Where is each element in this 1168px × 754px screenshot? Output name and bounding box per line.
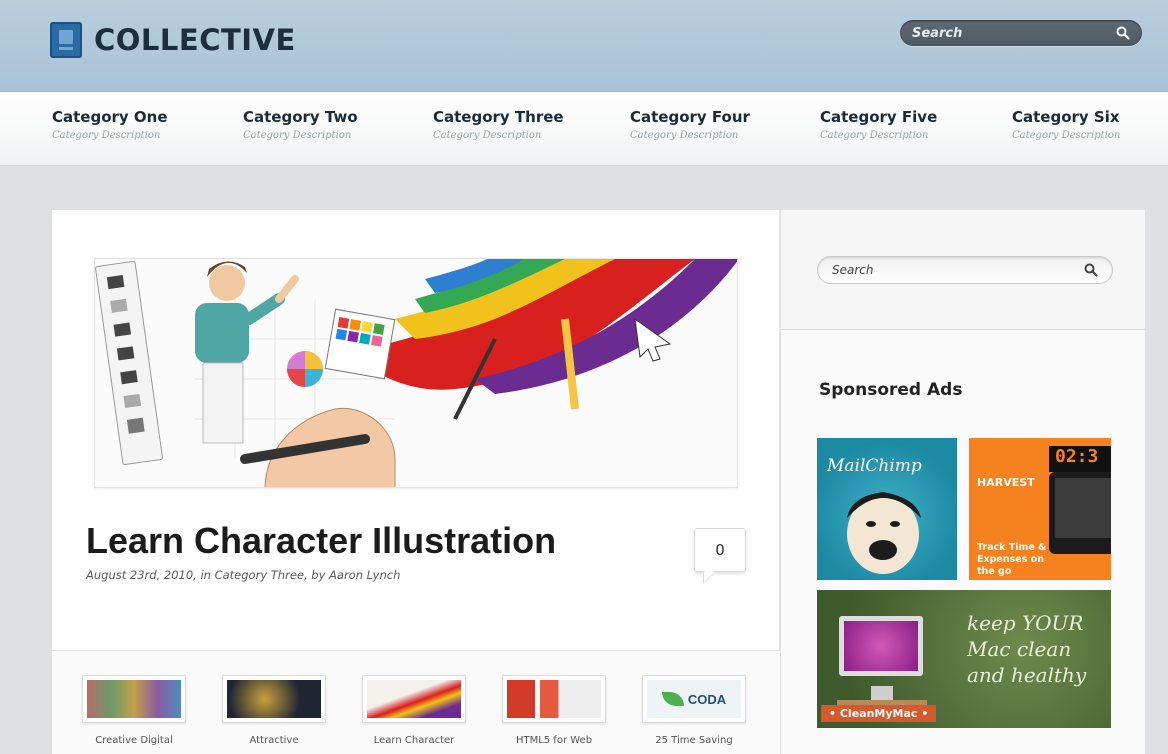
logo-text: COLLECTIVE bbox=[94, 23, 296, 57]
site-logo[interactable]: COLLECTIVE bbox=[50, 22, 296, 58]
featured-image[interactable] bbox=[94, 258, 738, 488]
nav-description: Category Description bbox=[820, 130, 929, 141]
post-meta: August 23rd, 2010, in Category Three, by… bbox=[86, 568, 401, 582]
related-item[interactable]: HTML5 for Web bbox=[502, 675, 606, 746]
related-item[interactable]: Learn Character bbox=[362, 675, 466, 746]
mailchimp-face-illustration bbox=[847, 492, 921, 574]
harvest-tagline: Track Time & Expenses on the go bbox=[977, 542, 1047, 577]
nav-item-category-four[interactable]: Category Four Category Description bbox=[630, 108, 750, 141]
related-label: Attractive bbox=[249, 735, 299, 746]
search-icon[interactable] bbox=[1116, 26, 1130, 40]
related-item[interactable]: CODA 25 Time Saving bbox=[642, 675, 746, 746]
related-item[interactable]: Attractive bbox=[222, 675, 326, 746]
nav-title: Category Four bbox=[630, 108, 750, 126]
coda-logo-text: CODA bbox=[687, 691, 727, 707]
comment-count-bubble[interactable]: 0 bbox=[694, 528, 746, 572]
nav-title: Category Three bbox=[433, 108, 564, 126]
related-thumbnail: CODA bbox=[642, 675, 746, 723]
harvest-clock: 02:3 bbox=[1049, 446, 1111, 472]
post-title[interactable]: Learn Character Illustration bbox=[86, 520, 556, 562]
nav-title: Category One bbox=[52, 108, 168, 126]
cleanmymac-label: • CleanMyMac • bbox=[821, 705, 937, 722]
comment-count: 0 bbox=[715, 541, 725, 559]
nav-item-category-five[interactable]: Category Five Category Description bbox=[820, 108, 937, 141]
nav-description: Category Description bbox=[433, 130, 542, 141]
site-header: COLLECTIVE Search bbox=[0, 0, 1168, 92]
ad-cleanmymac[interactable]: keep YOUR Mac clean and healthy • CleanM… bbox=[817, 590, 1111, 728]
related-label: Creative Digital bbox=[95, 735, 173, 746]
ad-mailchimp[interactable]: MailChimp bbox=[817, 438, 957, 580]
related-label: Learn Character bbox=[373, 735, 455, 746]
sponsored-ads-heading: Sponsored Ads bbox=[819, 380, 963, 400]
nav-title: Category Six bbox=[1012, 108, 1120, 126]
imac-stand bbox=[871, 686, 893, 700]
related-thumbnail bbox=[362, 675, 466, 723]
nav-item-category-one[interactable]: Category One Category Description bbox=[52, 108, 168, 141]
related-thumbnail bbox=[82, 675, 186, 723]
related-label: 25 Time Saving bbox=[655, 735, 733, 746]
related-posts: Creative Digital Attractive Learn Charac… bbox=[52, 650, 780, 754]
sidebar-search-placeholder: Search bbox=[832, 263, 874, 277]
nav-title: Category Five bbox=[820, 108, 938, 126]
sidebar-search-section: Search bbox=[781, 210, 1145, 330]
harvest-title: HARVEST bbox=[977, 476, 1035, 489]
related-label: HTML5 for Web bbox=[515, 735, 593, 746]
sidebar-search-input[interactable]: Search bbox=[817, 256, 1113, 284]
category-nav: Category One Category Description Catego… bbox=[0, 92, 1168, 166]
related-item[interactable]: Creative Digital bbox=[82, 675, 186, 746]
search-icon[interactable] bbox=[1084, 263, 1098, 277]
logo-icon bbox=[50, 22, 82, 58]
sidebar: Search Sponsored Ads MailChimp 02:3 HARV… bbox=[781, 210, 1145, 754]
header-search-input[interactable]: Search bbox=[900, 20, 1142, 46]
nav-description: Category Description bbox=[52, 130, 161, 141]
nav-description: Category Description bbox=[243, 130, 352, 141]
nav-item-category-two[interactable]: Category Two Category Description bbox=[243, 108, 358, 141]
cleanmymac-tagline: keep YOUR Mac clean and healthy bbox=[967, 611, 1087, 687]
ad-harvest[interactable]: 02:3 HARVEST Track Time & Expenses on th… bbox=[969, 438, 1111, 580]
featured-post: Learn Character Illustration August 23rd… bbox=[52, 210, 780, 650]
imac-screen-illustration bbox=[839, 616, 923, 676]
nav-description: Category Description bbox=[630, 130, 739, 141]
nav-item-category-three[interactable]: Category Three Category Description bbox=[433, 108, 564, 141]
related-thumbnail bbox=[502, 675, 606, 723]
character-illustration bbox=[95, 259, 737, 487]
related-thumbnail bbox=[222, 675, 326, 723]
nav-description: Category Description bbox=[1012, 130, 1121, 141]
nav-item-category-six[interactable]: Category Six Category Description bbox=[1012, 108, 1120, 141]
phone-illustration bbox=[1049, 472, 1111, 554]
leaf-icon bbox=[661, 692, 684, 706]
header-search-placeholder: Search bbox=[912, 25, 963, 41]
nav-title: Category Two bbox=[243, 108, 358, 126]
